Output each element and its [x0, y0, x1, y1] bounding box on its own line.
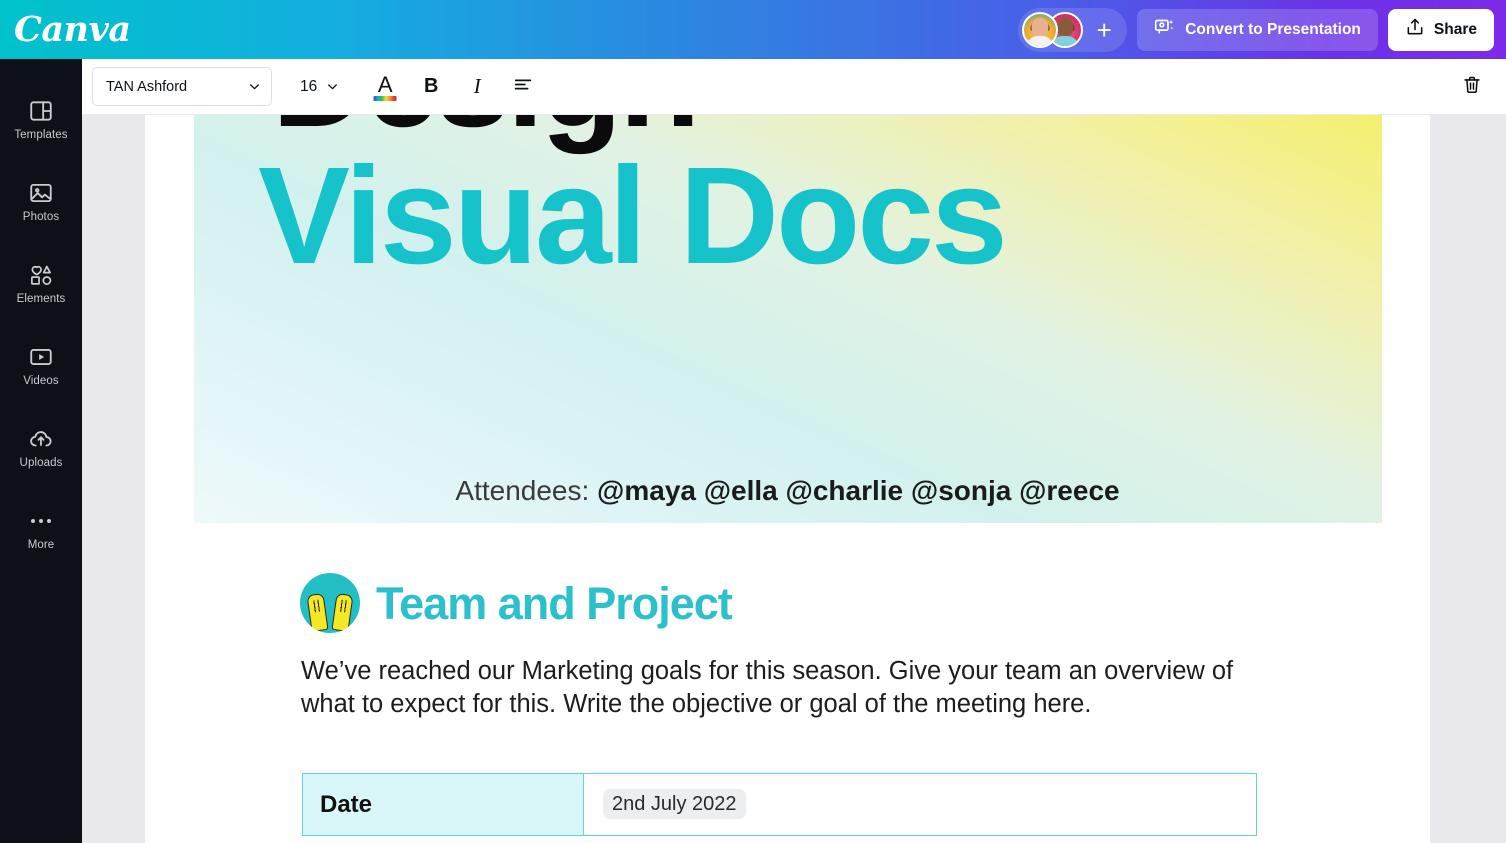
- left-sidebar: Templates Photos Elements Videos Uploads…: [0, 59, 82, 843]
- top-header-bar: Canva + Convert to Presentation Share: [0, 0, 1506, 59]
- section-heading[interactable]: Team and Project: [300, 573, 733, 633]
- document-page[interactable]: Design Visual Docs Attendees: @maya @ell…: [145, 115, 1430, 843]
- upload-icon: [1405, 17, 1425, 42]
- chevron-down-icon: [326, 80, 339, 93]
- header-right-cluster: + Convert to Presentation Share: [1018, 0, 1506, 59]
- share-button[interactable]: Share: [1387, 8, 1494, 51]
- attendees-label: Attendees:: [455, 475, 598, 506]
- hand-left: [306, 592, 329, 633]
- add-collaborator-button[interactable]: +: [1089, 15, 1119, 45]
- avatar-face: [1056, 17, 1074, 37]
- trash-icon: [1461, 74, 1483, 99]
- chevron-down-icon: [248, 80, 261, 93]
- shapes-icon: [28, 262, 54, 288]
- canvas-workspace[interactable]: Design Visual Docs Attendees: @maya @ell…: [82, 115, 1506, 843]
- text-color-letter: A: [377, 71, 393, 97]
- cloud-upload-icon: [28, 426, 54, 452]
- collaborator-avatars[interactable]: +: [1018, 7, 1128, 52]
- attendees-line[interactable]: Attendees: @maya @ella @charlie @sonja @…: [145, 475, 1430, 507]
- avatar-face: [1031, 17, 1049, 37]
- section-paragraph[interactable]: We’ve reached our Marketing goals for th…: [301, 655, 1251, 721]
- sidebar-item-label: More: [27, 539, 55, 552]
- sidebar-item-videos[interactable]: Videos: [0, 325, 82, 407]
- ellipsis-icon: [31, 508, 51, 534]
- sidebar-item-label: Uploads: [19, 457, 63, 470]
- bold-button[interactable]: B: [411, 67, 451, 107]
- text-align-left-icon: [512, 74, 534, 100]
- attendees-names: @maya @ella @charlie @sonja @reece: [597, 475, 1120, 506]
- table-value-pill: 2nd July 2022: [603, 789, 746, 819]
- hand-right: [331, 592, 354, 633]
- document-banner[interactable]: Design Visual Docs: [194, 115, 1382, 523]
- sidebar-item-label: Elements: [16, 293, 66, 306]
- font-family-value: TAN Ashford: [106, 78, 188, 95]
- text-color-button[interactable]: A: [365, 67, 405, 107]
- sidebar-item-uploads[interactable]: Uploads: [0, 407, 82, 489]
- font-size-value: 16: [300, 77, 318, 95]
- avatar-body: [1026, 35, 1055, 46]
- table-body: Date 2nd July 2022: [302, 773, 1257, 836]
- text-formatting-toolbar: TAN Ashford 16 A B I: [82, 59, 1506, 115]
- templates-icon: [28, 98, 54, 124]
- canva-logo[interactable]: Canva: [14, 12, 131, 47]
- font-size-dropdown[interactable]: 16: [294, 67, 345, 106]
- sidebar-item-label: Photos: [22, 211, 60, 224]
- text-align-button[interactable]: [503, 67, 543, 107]
- raising-hands-icon: [300, 573, 360, 633]
- sidebar-item-templates[interactable]: Templates: [0, 79, 82, 161]
- bold-letter: B: [424, 75, 439, 97]
- sidebar-item-label: Templates: [14, 129, 68, 142]
- convert-to-presentation-button[interactable]: Convert to Presentation: [1137, 8, 1378, 51]
- italic-letter: I: [473, 74, 481, 98]
- sidebar-item-photos[interactable]: Photos: [0, 161, 82, 243]
- italic-button[interactable]: I: [457, 67, 497, 107]
- banner-title-line2: Visual Docs: [258, 139, 1008, 293]
- convert-to-presentation-label: Convert to Presentation: [1185, 20, 1361, 38]
- video-icon: [28, 344, 54, 370]
- table-row[interactable]: Date 2nd July 2022: [302, 773, 1257, 836]
- delete-button[interactable]: [1452, 67, 1492, 107]
- details-table[interactable]: Date 2nd July 2022: [302, 773, 1257, 836]
- font-family-dropdown[interactable]: TAN Ashford: [92, 67, 272, 106]
- section-title: Team and Project: [376, 577, 733, 629]
- color-swatch-icon: [373, 95, 397, 101]
- avatar[interactable]: [1022, 11, 1059, 48]
- magic-presentation-icon: [1154, 17, 1175, 43]
- sidebar-item-label: Videos: [23, 375, 59, 388]
- share-label: Share: [1433, 20, 1477, 38]
- table-cell-key[interactable]: Date: [302, 773, 584, 836]
- sidebar-item-elements[interactable]: Elements: [0, 243, 82, 325]
- canva-editor-window: Canva + Convert to Presentation Share Te…: [0, 0, 1506, 843]
- photo-icon: [28, 180, 54, 206]
- table-cell-value[interactable]: 2nd July 2022: [583, 773, 1257, 836]
- sidebar-item-more[interactable]: More: [0, 489, 82, 571]
